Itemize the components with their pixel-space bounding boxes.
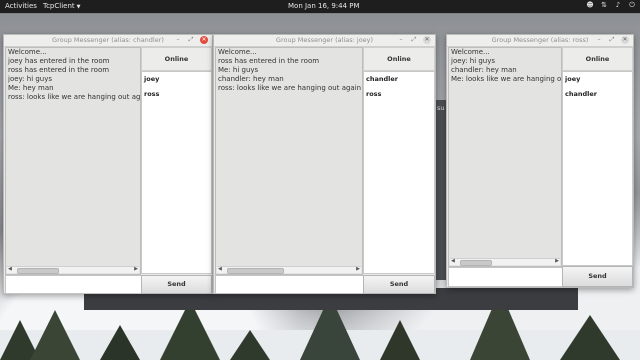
window-title: Group Messenger (alias: chandler) [52, 36, 164, 44]
app-menu-label: TcpClient [43, 2, 75, 10]
scrollbar-thumb[interactable] [227, 268, 284, 274]
online-header: Online [562, 47, 633, 71]
scrollbar-thumb[interactable] [460, 260, 492, 266]
online-user-list[interactable]: joey ross [141, 71, 212, 274]
online-user-list[interactable]: chandler ross [363, 71, 435, 274]
chat-message: Welcome... [451, 48, 490, 56]
chat-message: ross: looks like we are hanging out agai… [218, 84, 362, 92]
accessibility-icon[interactable]: ☻ [586, 1, 594, 10]
window-titlebar[interactable]: Group Messenger (alias: chandler) – ⤢ ✕ [4, 35, 212, 47]
list-item[interactable]: ross [142, 87, 211, 102]
chat-message: ross has entered in the room [8, 66, 110, 74]
online-header: Online [363, 47, 435, 71]
minimize-icon[interactable]: – [174, 36, 182, 44]
maximize-icon[interactable]: ⤢ [410, 36, 418, 44]
maximize-icon[interactable]: ⤢ [187, 36, 195, 44]
window-titlebar[interactable]: Group Messenger (alias: ross) – ⤢ ✕ [447, 35, 633, 47]
chat-message: joey: hi guys [451, 57, 496, 65]
send-button[interactable]: Send [562, 266, 633, 287]
chat-message: ross has entered in the room [218, 57, 320, 65]
chat-message: Welcome... [8, 48, 47, 56]
chat-message: Me: hey man [8, 84, 54, 92]
online-user-list[interactable]: joey chandler [562, 71, 633, 266]
messenger-window-joey: Group Messenger (alias: joey) – ⤢ ✕ Welc… [213, 34, 436, 294]
chat-log[interactable]: Welcome... ross has entered in the room … [215, 47, 363, 275]
maximize-icon[interactable]: ⤢ [608, 36, 616, 44]
chat-message: joey has entered in the room [8, 57, 110, 65]
window-title: Group Messenger (alias: ross) [491, 36, 589, 44]
messenger-window-chandler: Group Messenger (alias: chandler) – ⤢ ✕ … [3, 34, 213, 294]
close-icon[interactable]: ✕ [423, 36, 431, 44]
scroll-right-icon[interactable]: ▶ [134, 266, 138, 272]
list-item[interactable]: joey [563, 72, 632, 87]
chevron-down-icon: ▼ [76, 4, 81, 10]
scroll-right-icon[interactable]: ▶ [356, 266, 360, 272]
scroll-left-icon[interactable]: ◀ [8, 266, 12, 272]
horizontal-scrollbar[interactable]: ◀ ▶ [450, 258, 560, 266]
clock[interactable]: Mon Jan 16, 9:44 PM [288, 2, 360, 10]
chat-message: Welcome... [218, 48, 257, 56]
close-icon[interactable]: ✕ [621, 36, 629, 44]
activities-button[interactable]: Activities [5, 2, 37, 10]
chat-message: ross: looks like we are hanging out agai… [8, 93, 140, 101]
horizontal-scrollbar[interactable]: ◀ ▶ [217, 266, 361, 274]
online-header: Online [141, 47, 212, 71]
system-tray[interactable]: ☻ ⇅ ♪ ⏻ [586, 1, 636, 10]
background-text-fragment: su [437, 104, 445, 112]
message-input[interactable] [5, 275, 142, 294]
chat-log[interactable]: Welcome... joey: hi guys chandler: hey m… [448, 47, 562, 267]
send-button[interactable]: Send [141, 275, 212, 294]
scroll-right-icon[interactable]: ▶ [555, 258, 559, 264]
power-icon[interactable]: ⏻ [628, 1, 636, 10]
window-titlebar[interactable]: Group Messenger (alias: joey) – ⤢ ✕ [214, 35, 435, 47]
scroll-left-icon[interactable]: ◀ [218, 266, 222, 272]
horizontal-scrollbar[interactable]: ◀ ▶ [7, 266, 139, 274]
message-input[interactable] [448, 267, 563, 287]
minimize-icon[interactable]: – [397, 36, 405, 44]
gnome-top-bar: Activities TcpClient ▼ Mon Jan 16, 9:44 P… [0, 0, 640, 13]
scrollbar-thumb[interactable] [17, 268, 59, 274]
chat-message: chandler: hey man [451, 66, 517, 74]
list-item[interactable]: ross [364, 87, 434, 102]
scroll-left-icon[interactable]: ◀ [451, 258, 455, 264]
messenger-window-ross: Group Messenger (alias: ross) – ⤢ ✕ Welc… [446, 34, 634, 288]
message-input[interactable] [215, 275, 364, 294]
chat-message: chandler: hey man [218, 75, 284, 83]
app-menu[interactable]: TcpClient ▼ [43, 2, 81, 10]
list-item[interactable]: joey [142, 72, 211, 87]
chat-message: Me: hi guys [218, 66, 259, 74]
minimize-icon[interactable]: – [595, 36, 603, 44]
list-item[interactable]: chandler [364, 72, 434, 87]
close-icon[interactable]: ✕ [200, 36, 208, 44]
list-item[interactable]: chandler [563, 87, 632, 102]
chat-log[interactable]: Welcome... joey has entered in the room … [5, 47, 141, 275]
network-icon[interactable]: ⇅ [600, 1, 608, 10]
chat-message: joey: hi guys [8, 75, 53, 83]
send-button[interactable]: Send [363, 275, 435, 294]
chat-message: Me: looks like we are hanging ou [451, 75, 561, 83]
window-title: Group Messenger (alias: joey) [275, 36, 374, 44]
volume-icon[interactable]: ♪ [614, 1, 622, 10]
